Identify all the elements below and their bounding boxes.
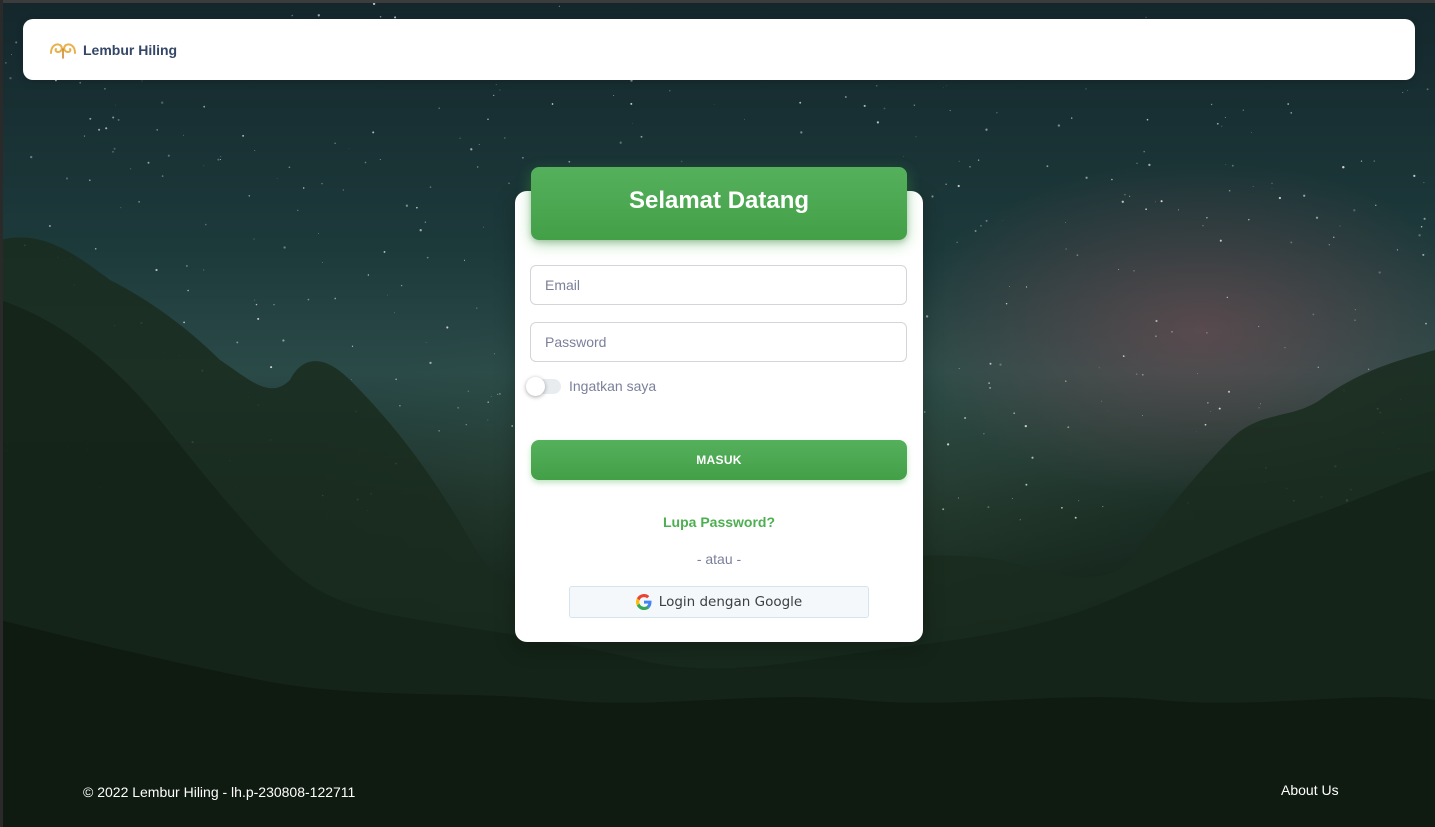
google-login-label: Login dengan Google (658, 594, 803, 610)
google-icon (635, 594, 652, 610)
toggle-knob (526, 376, 545, 396)
lembur-hiling-logo-icon (50, 42, 76, 59)
brand-name: Lembur Hiling (83, 41, 178, 58)
login-card: Selamat Datang Ingatkan saya MASUK Lupa … (515, 167, 923, 642)
window-top-edge (0, 0, 1435, 3)
top-navbar: Lembur Hiling (23, 19, 1415, 80)
footer-copyright: © 2022 Lembur Hiling - lh.p-230808-12271… (83, 784, 356, 800)
google-login-button[interactable]: Login dengan Google (569, 586, 869, 618)
remember-me-label: Ingatkan saya (569, 378, 657, 394)
about-us-link[interactable]: About Us (1281, 782, 1339, 798)
login-title: Selamat Datang (628, 186, 810, 214)
or-divider: - atau - (696, 551, 742, 567)
login-page: Lembur Hiling Selamat Datang Ingatkan sa… (0, 0, 1435, 827)
window-left-edge (0, 0, 3, 827)
remember-me-row: Ingatkan saya (526, 376, 657, 396)
brand-link[interactable]: Lembur Hiling (49, 41, 177, 59)
forgot-password-link[interactable]: Lupa Password? (515, 514, 923, 530)
login-card-header: Selamat Datang (531, 167, 907, 240)
email-input[interactable] (530, 265, 907, 305)
password-input[interactable] (530, 322, 907, 362)
login-submit-button[interactable]: MASUK (531, 440, 907, 480)
remember-me-toggle[interactable] (526, 376, 561, 396)
